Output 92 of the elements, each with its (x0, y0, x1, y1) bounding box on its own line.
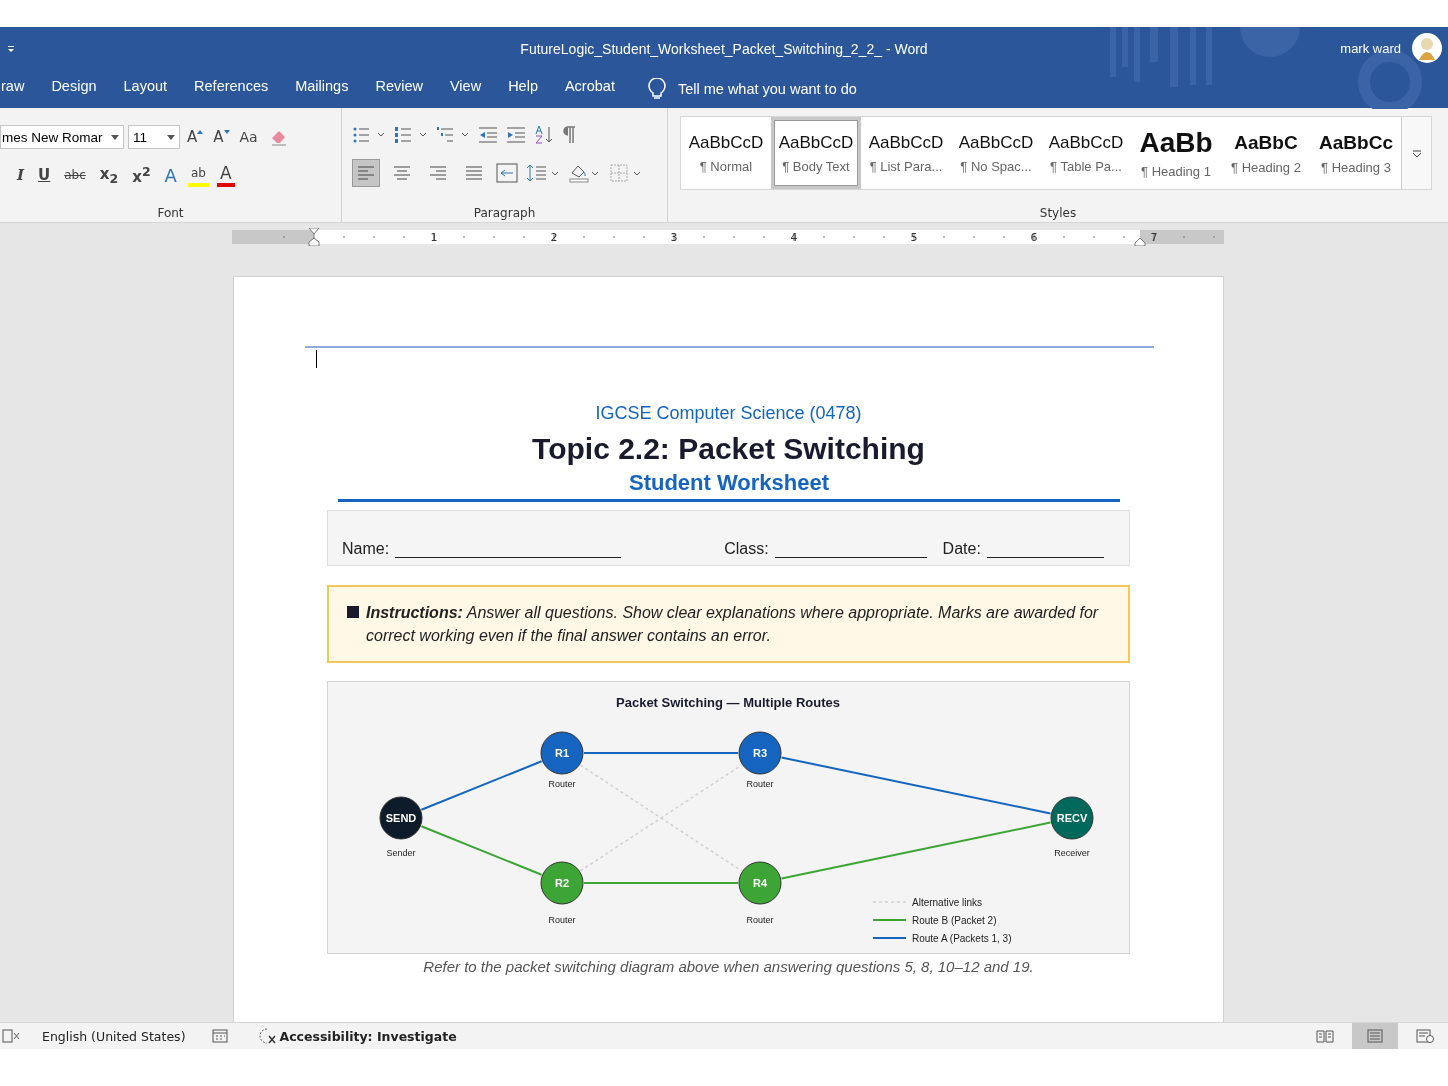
style-item[interactable]: AaBb ¶ Heading 1 (1131, 117, 1221, 189)
page-icon[interactable] (2, 1029, 20, 1043)
ribbon-tab[interactable]: Help (508, 77, 538, 101)
sort-icon[interactable] (534, 125, 554, 145)
language-status[interactable]: English (United States) (42, 1028, 186, 1044)
style-item[interactable]: AaBbCcD ¶ List Para... (861, 117, 951, 189)
instructions-text: Instructions: Answer all questions. Show clear explanations where appropriate. Marks are awarded for correct working even if the final answer contains an error. (366, 603, 1100, 646)
shrink-font-button[interactable]: A (210, 124, 233, 150)
node-caption: Sender (386, 848, 416, 858)
ribbon-tab[interactable]: Layout (123, 77, 168, 101)
style-item[interactable]: AaBbCcD ¶ No Spac... (951, 117, 1041, 189)
style-item[interactable]: AaBbCc ¶ Heading 3 (1311, 117, 1401, 189)
text-direction-icon[interactable] (496, 163, 518, 183)
align-button[interactable] (352, 159, 380, 187)
ribbon-tab[interactable]: Review (375, 77, 423, 101)
style-item[interactable]: AaBbCcD ¶ Normal (681, 117, 771, 189)
paragraph-mark-icon[interactable] (562, 126, 576, 144)
square-bullet-icon (347, 606, 359, 618)
group-label: Styles (1038, 206, 1078, 220)
accessibility-icon[interactable] (257, 1027, 278, 1045)
node-label: R4 (752, 877, 768, 889)
ribbon-tab[interactable]: Design (51, 77, 97, 101)
field-label: Class: (724, 540, 769, 558)
diagram-caption: Refer to the packet switching diagram above when answering questions 5, 8, 10–12 and 19. (422, 958, 1035, 975)
group-label: Paragraph (472, 206, 537, 220)
ribbon-tab[interactable]: View (449, 77, 482, 101)
underline-button[interactable]: U (35, 162, 54, 188)
font-name-field[interactable]: mes New Romar (0, 125, 124, 149)
triangle-icon[interactable] (197, 130, 204, 134)
node-label: R2 (554, 877, 570, 889)
italic-button[interactable]: I (14, 162, 28, 188)
font-size-field[interactable]: 11 (128, 125, 180, 149)
node-label: RECV (1056, 812, 1088, 824)
user-name[interactable]: mark ward (1340, 41, 1401, 56)
ribbon-tab[interactable]: Mailings (295, 77, 349, 101)
superscript-button[interactable]: x$^{2}$ (129, 162, 154, 188)
expand-icon[interactable] (1411, 149, 1422, 158)
align-lines-icon[interactable] (394, 166, 410, 180)
web-layout-icon[interactable] (1416, 1029, 1434, 1043)
tell-me-field[interactable]: Tell me what you want to do (675, 80, 940, 98)
decrease-indent-icon[interactable] (478, 126, 498, 144)
worksheet-heading: Student Worksheet (338, 470, 1120, 502)
style-item[interactable]: AaBbCcD ¶ Table Pa... (1041, 117, 1131, 189)
macro-icon[interactable] (211, 1029, 228, 1043)
ribbon-tab[interactable]: raw (1, 77, 25, 101)
style-item[interactable]: AaBbCcD ¶ Body Text (771, 117, 861, 189)
align-lines-icon[interactable] (430, 166, 446, 180)
lightbulb-icon (647, 78, 666, 100)
ribbon-tab[interactable]: References (194, 77, 269, 101)
font-color-button[interactable]: A (216, 163, 235, 187)
node-caption: Router (746, 779, 774, 789)
increase-indent-icon[interactable] (506, 126, 526, 144)
caret-icon[interactable] (167, 134, 175, 140)
text-cursor (316, 350, 317, 368)
highlight-button[interactable]: ab (187, 163, 209, 187)
change-case-button[interactable]: Aa (236, 124, 261, 150)
subscript-button[interactable]: x$_{2}$ (96, 162, 122, 188)
ribbon-tab[interactable]: Acrobat (564, 77, 615, 101)
field-label: Name: (342, 540, 390, 558)
node-label: R3 (752, 747, 768, 759)
line-spacing-icon[interactable] (526, 163, 560, 183)
book-icon[interactable] (1316, 1029, 1334, 1043)
legend-label: Alternative links (912, 897, 983, 908)
node-caption: Router (548, 915, 576, 925)
bullets-icon[interactable] (352, 126, 386, 144)
triangle-icon[interactable] (223, 130, 230, 134)
window-title: FutureLogic_Student_Worksheet_Packet_Switching_2_2_ - Word (520, 40, 928, 57)
caret-icon[interactable] (111, 134, 119, 140)
align-lines-icon[interactable] (358, 166, 374, 180)
document-title: Topic 2.2: Packet Switching (531, 432, 926, 466)
avatar-icon[interactable] (1412, 33, 1442, 63)
legend-label: Route B (Packet 2) (912, 915, 997, 926)
node-caption: Router (548, 779, 576, 789)
group-label: Font (156, 206, 185, 220)
ruler: 1 2 3 4 5 6 7 (232, 228, 1224, 246)
grow-font-button[interactable]: A (184, 124, 207, 150)
accessibility-status[interactable]: Accessibility: Investigate (279, 1028, 457, 1044)
node-caption: Router (746, 915, 774, 925)
node-label: SEND (385, 812, 417, 824)
node-label: R1 (554, 747, 570, 759)
align-lines-icon[interactable] (466, 166, 482, 180)
diagram-title: Packet Switching — Multiple Routes (616, 695, 840, 710)
numbering-icon[interactable] (394, 126, 428, 144)
legend-label: Route A (Packets 1, 3) (912, 933, 1012, 944)
field-label: Date: (942, 540, 981, 558)
multilevel-list-icon[interactable] (436, 126, 470, 144)
style-item[interactable]: AaBbC ¶ Heading 2 (1221, 117, 1311, 189)
node-caption: Receiver (1054, 848, 1090, 858)
strikethrough-button[interactable]: abc (61, 162, 89, 188)
course-subtitle: IGCSE Computer Science (0478) (594, 403, 863, 424)
quick-access-icon[interactable] (7, 44, 15, 53)
text-effects-button[interactable]: A (161, 162, 180, 188)
